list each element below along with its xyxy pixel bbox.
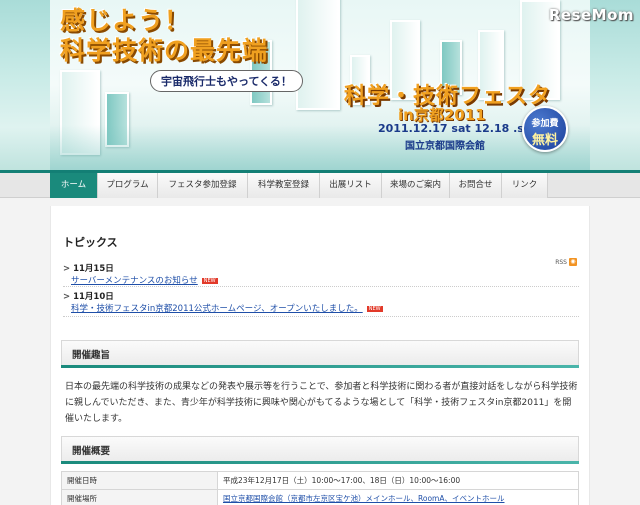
badge-free-label: 無料 <box>531 133 558 148</box>
nav-item-contact[interactable]: お問合せ <box>450 173 502 198</box>
new-badge: NEW <box>201 277 218 284</box>
news-date: > 11月15日 <box>63 262 218 274</box>
news-divider <box>63 316 579 317</box>
summary-title: 開催概要 <box>72 446 111 457</box>
nav-item-program[interactable]: プログラム <box>98 173 158 198</box>
table-value: 平成23年12月17日（土）10:00～17:00、18日（日）10:00～16… <box>217 471 579 490</box>
nav-item-home[interactable]: ホーム <box>50 173 98 198</box>
fest-date: 2011.12.17 sat 12.18 .sun <box>378 122 540 135</box>
venue-link[interactable]: 国立京都国際会館（京都市左京区宝ケ池）メインホール、RoomA、イベントホール <box>223 494 505 503</box>
hero-banner: 感じよう！ 科学技術の最先端 宇宙飛行士もやってくる！ 科学・技術フェスタ in… <box>0 0 640 170</box>
table-row: 開催日時 平成23年12月17日（土）10:00～17:00、18日（日）10:… <box>61 471 579 490</box>
nav-item-science-class[interactable]: 科学教室登録 <box>248 173 320 198</box>
table-key: 開催場所 <box>61 489 218 505</box>
table-row: 開催場所 国立京都国際会館（京都市左京区宝ケ池）メインホール、RoomA、イベン… <box>61 489 579 505</box>
nav-item-exhibitors[interactable]: 出展リスト <box>320 173 382 198</box>
nav-item-festa-registration[interactable]: フェスタ参加登録 <box>158 173 248 198</box>
badge-top-label: 参加費 <box>531 119 559 129</box>
table-value: 国立京都国際会館（京都市左京区宝ケ池）メインホール、RoomA、イベントホール <box>217 489 579 505</box>
news-link[interactable]: サーバーメンテナンスのお知らせ <box>71 276 198 286</box>
news-item: > 11月15日 サーバーメンテナンスのお知らせ NEW <box>63 262 218 286</box>
headline-line-2: 科学技術の最先端 <box>60 36 269 65</box>
overview-title: 開催趣旨 <box>72 350 111 361</box>
nav-item-access[interactable]: 来場のご案内 <box>382 173 450 198</box>
news-date-text: 11月15日 <box>73 264 114 274</box>
summary-table: 開催日時 平成23年12月17日（土）10:00～17:00、18日（日）10:… <box>61 471 579 505</box>
table-key: 開催日時 <box>61 471 218 490</box>
fest-venue: 国立京都国際会館 <box>405 141 485 152</box>
banner-subhead: 宇宙飛行士もやってくる！ <box>150 70 303 92</box>
section-accent-bar <box>61 461 579 464</box>
door-decoration <box>296 0 340 110</box>
arrow-icon: > <box>63 264 71 274</box>
main-content: トピックス RSS ◉ > 11月15日 サーバーメンテナンスのお知らせ NEW … <box>50 206 590 505</box>
nav-items: ホーム プログラム フェスタ参加登録 科学教室登録 出展リスト 来場のご案内 お… <box>50 173 548 198</box>
rss-icon: ◉ <box>569 258 577 266</box>
new-badge: NEW <box>366 305 383 312</box>
arrow-icon: > <box>63 292 71 302</box>
main-nav: ホーム プログラム フェスタ参加登録 科学教室登録 出展リスト 来場のご案内 お… <box>0 170 640 198</box>
resemom-logo: ReseMom <box>548 6 634 24</box>
news-item: > 11月10日 科学・技術フェスタin京都2011公式ホームページ、オープンい… <box>63 290 383 314</box>
news-date-text: 11月10日 <box>73 292 114 302</box>
rss-label: RSS <box>555 258 567 266</box>
summary-section-header: 開催概要 <box>61 436 579 464</box>
free-admission-badge: 参加費 無料 <box>522 106 568 152</box>
topics-heading: トピックス <box>63 236 118 249</box>
rss-link[interactable]: RSS ◉ <box>555 258 577 266</box>
banner-headline: 感じよう！ 科学技術の最先端 <box>60 6 268 66</box>
news-link[interactable]: 科学・技術フェスタin京都2011公式ホームページ、オープンいたしました。 <box>71 304 363 314</box>
overview-section-header: 開催趣旨 <box>61 340 579 368</box>
nav-item-links[interactable]: リンク <box>502 173 548 198</box>
section-accent-bar <box>61 365 579 368</box>
news-date: > 11月10日 <box>63 290 383 302</box>
headline-line-1: 感じよう！ <box>60 6 191 35</box>
overview-text: 日本の最先端の科学技術の成果などの発表や展示等を行うことで、参加者と科学技術に関… <box>65 382 578 424</box>
news-divider <box>63 286 579 287</box>
